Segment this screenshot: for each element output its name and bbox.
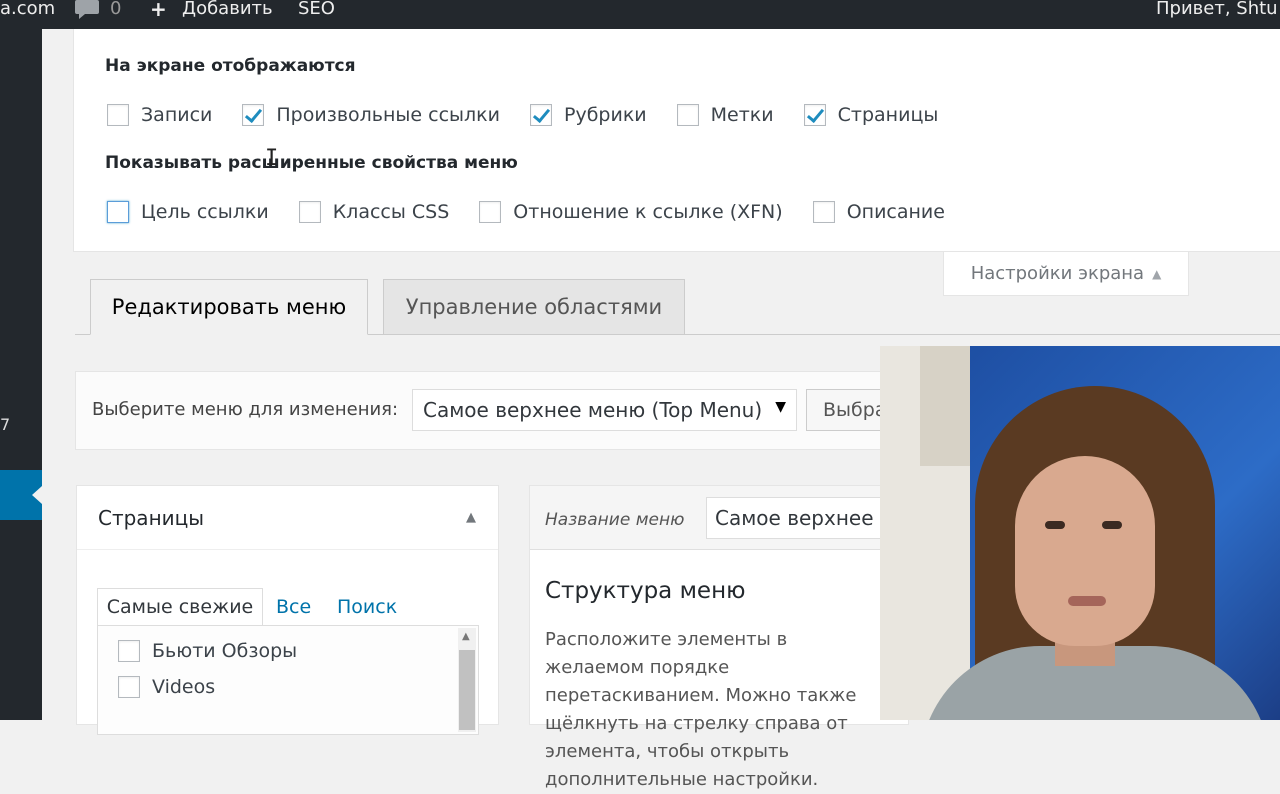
option-label: Страницы bbox=[837, 104, 939, 126]
text-cursor-icon: I bbox=[265, 146, 279, 171]
active-arrow-icon bbox=[32, 486, 42, 504]
option-xfn[interactable]: Отношение к ссылке (XFN) bbox=[479, 201, 783, 223]
webcam-video-overlay bbox=[880, 346, 1280, 720]
option-link-target[interactable]: Цель ссылки bbox=[107, 201, 269, 223]
option-custom-links[interactable]: Произвольные ссылки bbox=[242, 104, 500, 126]
list-item[interactable]: Videos bbox=[118, 676, 215, 698]
screen-options-panel: На экране отображаются Записи Произвольн… bbox=[73, 29, 1280, 252]
option-css-classes[interactable]: Классы CSS bbox=[298, 201, 450, 223]
checkbox[interactable] bbox=[803, 104, 826, 126]
pages-metabox: Страницы ▲ Самые свежие Все Поиск Бьюти … bbox=[76, 485, 499, 735]
checkbox[interactable] bbox=[298, 201, 321, 223]
collapse-arrow-icon[interactable]: ▲ bbox=[466, 510, 476, 525]
plus-icon[interactable]: + bbox=[150, 0, 167, 19]
triangle-up-icon: ▲ bbox=[1152, 266, 1162, 281]
scroll-up-arrow-icon[interactable]: ▲ bbox=[462, 631, 470, 642]
admin-sidebar: 7 bbox=[0, 29, 42, 720]
option-posts[interactable]: Записи bbox=[107, 104, 212, 126]
presenter-mouth bbox=[1068, 596, 1106, 606]
user-greeting[interactable]: Привет, Shtu bbox=[1156, 0, 1278, 18]
checkbox[interactable] bbox=[118, 676, 140, 698]
dropdown-arrow-icon: ▼ bbox=[775, 399, 786, 415]
checkbox[interactable] bbox=[676, 104, 699, 126]
option-label: Произвольные ссылки bbox=[276, 104, 500, 126]
seo-link[interactable]: SEO bbox=[298, 0, 335, 18]
menu-structure-title: Структура меню bbox=[545, 578, 746, 604]
admin-bar: a.com 0 + Добавить SEO Привет, Shtu bbox=[0, 0, 1280, 29]
checkbox[interactable] bbox=[479, 201, 502, 223]
option-description[interactable]: Описание bbox=[812, 201, 945, 223]
checkbox[interactable] bbox=[107, 104, 129, 126]
option-tags[interactable]: Метки bbox=[676, 104, 774, 126]
show-on-screen-heading: На экране отображаются bbox=[105, 56, 356, 76]
option-label: Рубрики bbox=[564, 104, 647, 126]
screen-options-toggle[interactable]: Настройки экрана ▲ bbox=[943, 252, 1189, 296]
checkbox[interactable] bbox=[107, 201, 129, 223]
checkbox[interactable] bbox=[812, 201, 835, 223]
option-label: Цель ссылки bbox=[141, 201, 269, 223]
checkbox[interactable] bbox=[118, 640, 140, 662]
menu-select[interactable]: Самое верхнее меню (Top Menu) ▼ bbox=[412, 389, 797, 431]
menu-management-box: Название меню Самое верхнее меню (Top Me… bbox=[529, 485, 926, 790]
option-categories[interactable]: Рубрики bbox=[530, 104, 647, 126]
option-label: Метки bbox=[710, 104, 774, 126]
option-label: Отношение к ссылке (XFN) bbox=[513, 201, 783, 223]
tab-most-recent[interactable]: Самые свежие bbox=[97, 588, 263, 626]
screen-options-label: Настройки экрана bbox=[970, 263, 1145, 284]
option-label: Записи bbox=[141, 104, 213, 126]
option-pages[interactable]: Страницы bbox=[803, 104, 939, 126]
tab-view-all[interactable]: Все bbox=[276, 588, 311, 626]
presenter-face bbox=[1015, 456, 1155, 646]
page-title: Videos bbox=[152, 676, 216, 698]
scrollbar[interactable]: ▲ bbox=[458, 628, 476, 732]
tab-manage-locations[interactable]: Управление областями bbox=[383, 279, 685, 335]
menu-select-value: Самое верхнее меню (Top Menu) bbox=[423, 398, 763, 422]
select-menu-bar: Выберите меню для изменения: Самое верхн… bbox=[75, 371, 906, 450]
comments-icon[interactable] bbox=[75, 0, 99, 25]
option-label: Описание bbox=[846, 201, 945, 223]
sidebar-badge: 7 bbox=[0, 415, 11, 434]
add-new-link[interactable]: Добавить bbox=[182, 0, 273, 18]
presenter-eye bbox=[1045, 521, 1065, 529]
checkbox[interactable] bbox=[530, 104, 552, 126]
pages-list: Бьюти Обзоры Videos ▲ bbox=[97, 625, 479, 735]
tab-edit-menu[interactable]: Редактировать меню bbox=[90, 279, 368, 335]
menu-structure-description: Расположите элементы в желаемом порядке … bbox=[545, 629, 857, 790]
comments-count: 0 bbox=[110, 0, 122, 19]
page-title: Бьюти Обзоры bbox=[152, 640, 298, 662]
menu-header: Название меню Самое верхнее меню (Top Me… bbox=[530, 486, 926, 550]
pages-metabox-title: Страницы bbox=[98, 506, 205, 530]
scrollbar-thumb[interactable] bbox=[459, 650, 475, 730]
list-item[interactable]: Бьюти Обзоры bbox=[118, 640, 297, 662]
checkbox[interactable] bbox=[242, 104, 265, 126]
advanced-row: Цель ссылки Классы CSS Отношение к ссылк… bbox=[107, 201, 975, 223]
tab-search[interactable]: Поиск bbox=[337, 588, 397, 626]
select-menu-label: Выберите меню для изменения: bbox=[92, 399, 399, 420]
site-name-link[interactable]: a.com bbox=[0, 0, 55, 18]
option-label: Классы CSS bbox=[332, 201, 450, 223]
presenter-eye bbox=[1102, 521, 1122, 529]
menu-name-label: Название меню bbox=[545, 510, 685, 530]
pages-metabox-header[interactable]: Страницы ▲ bbox=[77, 486, 498, 550]
advanced-properties-heading: Показывать расширенные свойства меню bbox=[105, 153, 518, 173]
boxes-row: Записи Произвольные ссылки Рубрики Метки… bbox=[107, 104, 968, 126]
